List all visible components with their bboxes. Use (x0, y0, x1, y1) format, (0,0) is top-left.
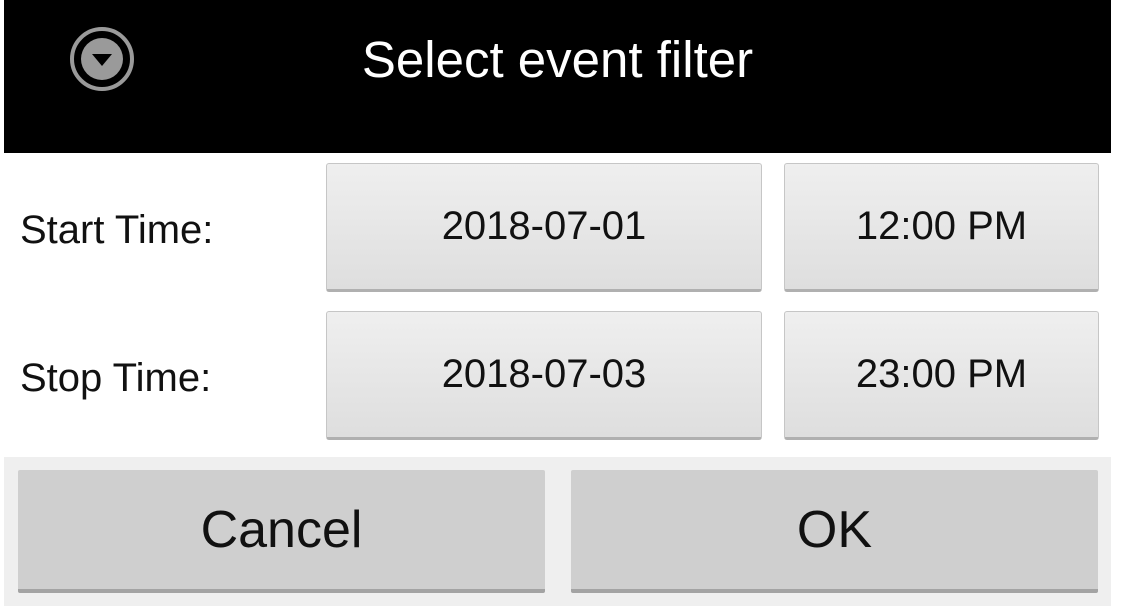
cancel-button[interactable]: Cancel (18, 470, 545, 593)
ok-button[interactable]: OK (571, 470, 1098, 593)
stop-time-label: Stop Time: (20, 356, 212, 400)
dialog-titlebar: Select event filter (4, 0, 1111, 153)
stop-date-button[interactable]: 2018-07-03 (326, 311, 762, 440)
start-date-button[interactable]: 2018-07-01 (326, 163, 762, 292)
dialog-footer: Cancel OK (4, 457, 1111, 606)
dialog-title: Select event filter (361, 31, 754, 88)
start-time-button[interactable]: 12:00 PM (784, 163, 1099, 292)
stop-time-button[interactable]: 23:00 PM (784, 311, 1099, 440)
start-time-label: Start Time: (20, 208, 214, 252)
event-filter-dialog: Select event filter Start Time: 2018-07-… (4, 0, 1111, 606)
